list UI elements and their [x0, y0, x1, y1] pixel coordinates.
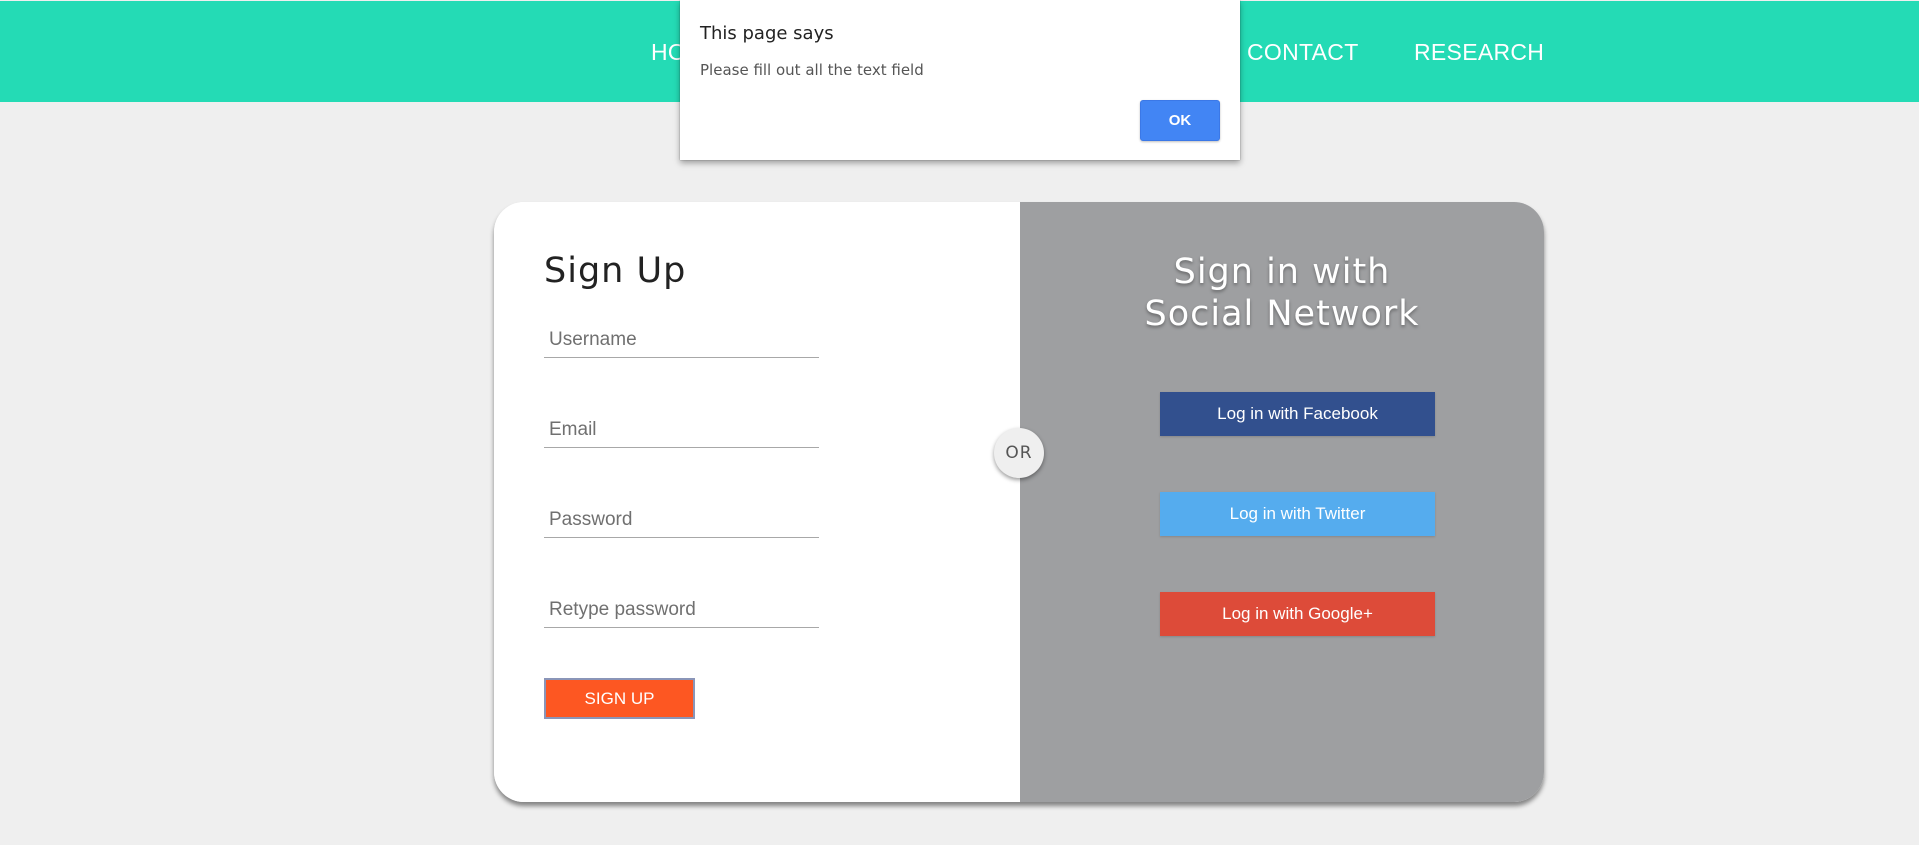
dialog-message: Please fill out all the text field	[700, 61, 924, 79]
alert-dialog: This page says Please fill out all the t…	[680, 0, 1240, 160]
google-login-button[interactable]: Log in with Google+	[1160, 592, 1435, 636]
social-title-line-2: Social Network	[1144, 294, 1420, 334]
signup-button[interactable]: SIGN UP	[544, 678, 695, 719]
facebook-login-button[interactable]: Log in with Facebook	[1160, 392, 1435, 436]
social-signin-title: Sign in with Social Network	[1020, 251, 1544, 335]
nav-item-research[interactable]: RESEARCH	[1414, 1, 1544, 102]
twitter-login-button[interactable]: Log in with Twitter	[1160, 492, 1435, 536]
signup-panel: Sign Up SIGN UP	[494, 202, 1020, 802]
nav-item-contact[interactable]: CONTACT	[1247, 1, 1359, 102]
or-divider-badge: OR	[994, 428, 1044, 478]
social-signin-panel: Sign in with Social Network Log in with …	[1020, 202, 1544, 802]
signup-title: Sign Up	[544, 251, 687, 291]
social-title-line-1: Sign in with	[1173, 252, 1391, 292]
password-input[interactable]	[544, 502, 819, 538]
signup-card: Sign Up SIGN UP Sign in with Social Netw…	[494, 202, 1544, 802]
dialog-title: This page says	[700, 23, 834, 44]
username-input[interactable]	[544, 322, 819, 358]
retype-password-input[interactable]	[544, 592, 819, 628]
dialog-ok-button[interactable]: OK	[1140, 100, 1220, 141]
email-input[interactable]	[544, 412, 819, 448]
